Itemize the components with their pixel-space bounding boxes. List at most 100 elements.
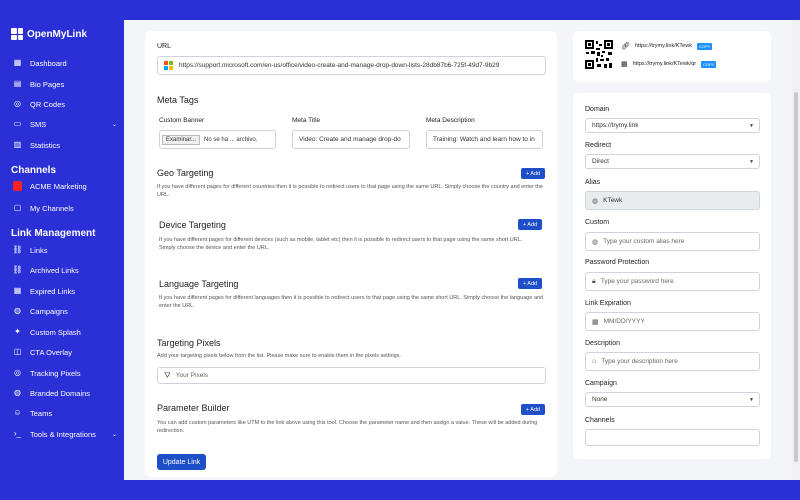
language-add-button[interactable]: + Add [518,278,542,289]
link-edit-card: URL https://support.microsoft.com/en-us/… [145,31,557,477]
scrollbar[interactable] [792,20,800,480]
sidebar-item-my-channels[interactable]: ▢ My Channels [13,201,117,215]
chevron-down-icon: ▼ [749,122,754,129]
sidebar-item-archived-links[interactable]: ⛓ Archived Links [12,263,117,277]
chevron-down-icon: ⌄ [111,431,117,438]
meta-title-input[interactable]: Video: Create and manage drop-do [292,130,410,149]
sidebar-item-branded-domains[interactable]: ◍ Branded Domains [13,386,117,400]
sidebar-item-custom-splash[interactable]: ✦ Custom Splash [13,325,117,339]
sidebar-item-sms[interactable]: ▭ SMS ⌄ [13,117,117,131]
redirect-select[interactable]: Direct ▼ [585,154,760,169]
qr-link-row: ▦ https://trymy.link/KTewk/qr COPY [621,60,767,68]
campaign-select[interactable]: None ▼ [585,392,760,407]
link-management-heading: Link Management [11,228,96,239]
link-icon: ⛓ [12,245,23,254]
geo-targeting-description: If you have different pages for differen… [157,184,543,198]
chevron-down-icon: ▼ [749,396,754,403]
splash-icon: ✦ [14,327,21,336]
microsoft-icon [164,61,173,70]
custom-banner-file-input[interactable]: Examinar... No se ha ... archivo. [159,130,276,149]
brand-logo[interactable]: OpenMyLink [11,28,87,40]
sidebar-item-expired-links[interactable]: ▦ Expired Links [13,284,117,298]
archive-icon: ⛓ [12,265,23,274]
channels-select[interactable] [585,429,760,446]
globe-icon: ◍ [592,238,599,246]
folder-icon: ▢ [13,203,22,212]
sidebar-item-dashboard[interactable]: ▦ Dashboard [13,56,117,70]
target-icon: ◎ [14,368,21,377]
tag-icon: ⌂ [592,358,597,365]
copy-link-button[interactable]: COPY [696,42,713,50]
sidebar: OpenMyLink ▦ Dashboard ▤ Bio Pages ◎ QR Cod… [0,0,124,500]
meta-description-input[interactable]: Training: Watch and learn how to in [426,130,543,149]
language-targeting-description: If you have different pages for differen… [159,295,544,309]
sidebar-item-cta-overlay[interactable]: ◫ CTA Overlay [13,345,117,359]
users-icon: ☺ [13,408,22,417]
custom-banner-label: Custom Banner [159,117,205,124]
sms-icon: ▭ [13,119,22,128]
parameter-builder-heading: Parameter Builder [157,403,230,413]
short-link[interactable]: https://trymy.link/KTewk [635,43,692,49]
parameter-builder-description: You can add custom parameters like UTM t… [157,420,538,434]
sidebar-item-acme-marketing[interactable]: ACME Marketing [13,179,117,193]
layout-icon: ▤ [13,79,22,88]
device-targeting-heading: Device Targeting [159,220,226,230]
geo-add-button[interactable]: + Add [521,168,545,179]
targeting-pixels-heading: Targeting Pixels [157,338,221,348]
alias-input: ◍ KTewk [585,191,760,210]
custom-alias-input[interactable]: ◍ Type your custom alias here [585,232,760,251]
globe-icon: ◍ [592,197,599,205]
copy-qr-button[interactable]: COPY [701,60,717,68]
calendar-icon: ▦ [13,286,22,295]
targeting-pixels-description: Add your targeting pixels below from the… [157,353,401,359]
sidebar-item-qr-codes[interactable]: ◎ QR Codes [13,97,117,111]
update-link-button[interactable]: Update Link [157,454,206,470]
sidebar-item-tracking-pixels[interactable]: ◎ Tracking Pixels [13,366,117,380]
qr-link[interactable]: https://trymy.link/KTewk/qr [633,61,696,67]
qr-small-icon: ▦ [621,61,628,68]
description-label: Description [585,340,621,347]
chevron-down-icon: ▼ [749,158,754,165]
expiration-date-input[interactable]: ▦ MM/DD/YYYY [585,312,760,331]
parameter-add-button[interactable]: + Add [521,404,545,415]
sidebar-item-statistics[interactable]: ▥ Statistics [13,138,117,152]
sidebar-item-tools-integrations[interactable]: ›_ Tools & Integrations ⌄ [13,427,117,441]
chart-icon: ▥ [13,140,22,149]
meta-description-label: Meta Description [426,117,475,124]
channels-heading: Channels [11,165,57,176]
terminal-icon: ›_ [13,429,22,438]
url-input[interactable]: https://support.microsoft.com/en-us/offi… [157,56,546,75]
qr-code-icon[interactable] [584,39,614,70]
pixels-select[interactable]: ⛛ Your Pixels [157,367,546,384]
lock-icon: 🔒︎ [592,277,596,285]
alias-label: Alias [585,179,601,186]
browse-button[interactable]: Examinar... [162,134,201,145]
sidebar-item-campaigns[interactable]: ◍ Campaigns [13,304,117,318]
qr-icon: ◎ [14,99,21,108]
expiration-label: Link Expiration [585,300,631,307]
sidebar-item-teams[interactable]: ☺ Teams [13,406,117,420]
device-targeting-description: If you have different pages for differen… [159,237,523,251]
device-add-button[interactable]: + Add [518,219,542,230]
grid-icon: ▦ [13,58,22,67]
calendar-icon: ▦ [592,318,599,326]
language-targeting-heading: Language Targeting [159,279,239,289]
description-input[interactable]: ⌂ Type your description here [585,352,760,371]
meta-tags-heading: Meta Tags [157,95,199,105]
sidebar-item-links[interactable]: ⛓ Links [12,243,117,257]
domain-label: Domain [585,106,610,113]
campaign-label: Campaign [585,380,617,387]
channel-color-icon [13,181,22,191]
link-settings-card: Domain https://trymy.link ▼ Redirect Dir… [573,93,771,459]
overlay-icon: ◫ [13,347,22,356]
filter-icon: ⛛ [164,370,171,380]
sidebar-item-bio-pages[interactable]: ▤ Bio Pages [13,77,117,91]
custom-label: Custom [585,219,610,226]
channels-label: Channels [585,417,615,424]
password-input[interactable]: 🔒︎ Type your password here [585,272,760,291]
globe-icon: ◍ [14,306,21,315]
scrollbar-thumb[interactable] [794,92,798,462]
short-link-row: 🔗︎ https://trymy.link/KTewk COPY [621,42,713,50]
password-label: Password Protection [585,259,650,266]
domain-select[interactable]: https://trymy.link ▼ [585,118,760,133]
